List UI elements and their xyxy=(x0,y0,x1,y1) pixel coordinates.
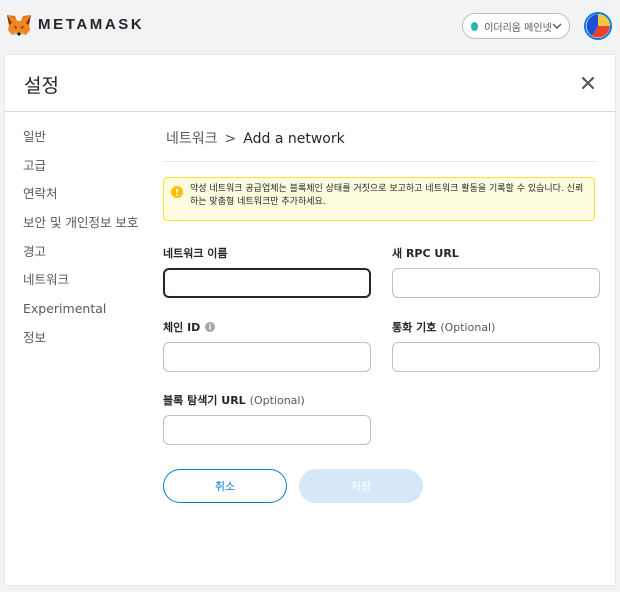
sidebar-item-general[interactable]: 일반 xyxy=(23,127,163,156)
currency-symbol-label: 통화 기호 (Optional) xyxy=(392,319,495,335)
explorer-url-label-text: 블록 탐색기 URL xyxy=(163,394,246,407)
metamask-fox-icon[interactable] xyxy=(6,13,32,39)
chain-id-label-text: 체인 ID xyxy=(163,321,201,334)
close-icon[interactable] xyxy=(578,73,598,93)
brand-wordmark: METAMASK xyxy=(38,16,145,33)
sidebar-item-security-privacy[interactable]: 보안 및 개인정보 보호 xyxy=(23,213,163,242)
chevron-down-icon xyxy=(552,23,563,29)
sidebar-item-alerts[interactable]: 경고 xyxy=(23,242,163,271)
page-title: 설정 xyxy=(24,75,59,97)
rpc-url-input[interactable] xyxy=(392,268,600,298)
network-name-input[interactable] xyxy=(163,268,371,298)
network-status-dot xyxy=(471,21,479,31)
sidebar-item-about[interactable]: 정보 xyxy=(23,328,163,357)
warning-banner: 악성 네트워크 공급업체는 블록체인 상태를 거짓으로 보고하고 네트워크 활동… xyxy=(163,177,595,221)
network-name-label-text: 네트워크 이름 xyxy=(163,247,228,260)
network-label: 이더리움 메인넷 xyxy=(484,22,552,34)
warning-icon xyxy=(171,186,183,198)
breadcrumb: 네트워크 > Add a network xyxy=(166,128,345,148)
breadcrumb-separator: > xyxy=(224,131,237,147)
save-button[interactable]: 저장 xyxy=(299,469,423,503)
sidebar-item-advanced[interactable]: 고급 xyxy=(23,156,163,185)
account-avatar[interactable] xyxy=(584,12,612,40)
network-name-label: 네트워크 이름 xyxy=(163,245,228,261)
optional-tag: (Optional) xyxy=(249,393,305,407)
currency-symbol-input[interactable] xyxy=(392,342,600,372)
rpc-url-label-text: 새 RPC URL xyxy=(392,247,459,260)
sidebar-item-networks[interactable]: 네트워크 xyxy=(23,270,163,299)
settings-header: 설정 xyxy=(5,55,615,112)
breadcrumb-current: Add a network xyxy=(243,131,345,147)
rpc-url-label: 새 RPC URL xyxy=(392,245,459,261)
network-selector[interactable]: 이더리움 메인넷 xyxy=(462,13,570,39)
warning-text: 악성 네트워크 공급업체는 블록체인 상태를 거짓으로 보고하고 네트워크 활동… xyxy=(190,184,584,207)
sidebar-item-contacts[interactable]: 연락처 xyxy=(23,184,163,213)
breadcrumb-parent[interactable]: 네트워크 xyxy=(166,131,218,147)
app-header: METAMASK 이더리움 메인넷 xyxy=(0,0,620,54)
currency-symbol-label-text: 통화 기호 xyxy=(392,321,437,334)
chain-id-label: 체인 ID xyxy=(163,319,216,335)
info-icon[interactable] xyxy=(205,322,216,332)
sidebar-item-experimental[interactable]: Experimental xyxy=(23,299,163,328)
divider xyxy=(163,161,597,162)
settings-panel: 설정 일반 고급 연락처 보안 및 개인정보 보호 경고 네트워크 Experi… xyxy=(5,55,615,585)
cancel-button[interactable]: 취소 xyxy=(163,469,287,503)
settings-sidebar: 일반 고급 연락처 보안 및 개인정보 보호 경고 네트워크 Experimen… xyxy=(23,127,163,357)
optional-tag: (Optional) xyxy=(440,320,496,334)
explorer-url-input[interactable] xyxy=(163,415,371,445)
chain-id-input[interactable] xyxy=(163,342,371,372)
explorer-url-label: 블록 탐색기 URL (Optional) xyxy=(163,392,305,408)
